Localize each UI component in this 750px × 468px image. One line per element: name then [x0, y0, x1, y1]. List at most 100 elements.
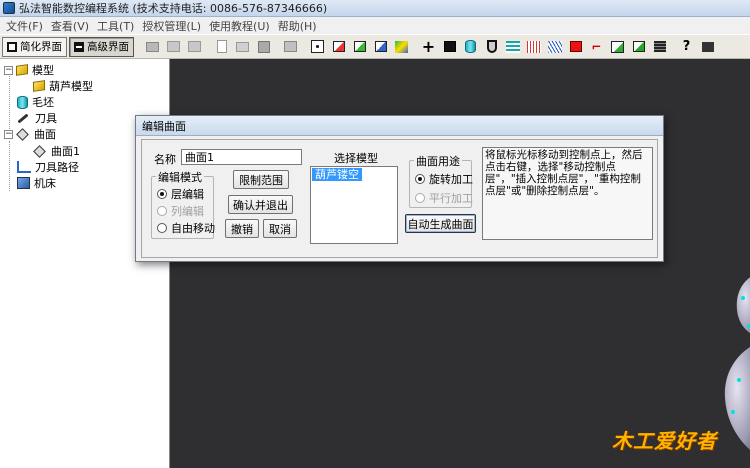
machine-icon	[17, 177, 30, 189]
help-text-box: 将鼠标光标移动到控制点上，然后点击右键，选择"移动控制点层"，"插入控制点层"，…	[482, 147, 653, 240]
model-cube-icon	[33, 80, 45, 92]
axes-icon[interactable]: ⌐	[587, 37, 606, 56]
simple-mode-label: 简化界面	[20, 41, 62, 53]
radio-checked-icon	[415, 174, 425, 184]
blank-cylinder-icon	[17, 95, 28, 109]
tree-label-surface: 曲面	[34, 128, 56, 141]
usage-group: 曲面用途 旋转加工 平行加工	[409, 153, 473, 208]
wire-box-icon[interactable]	[629, 37, 648, 56]
fit-view-icon[interactable]	[308, 37, 327, 56]
mode-free-radio[interactable]: 自由移动	[157, 220, 215, 236]
select-model-label: 选择模型	[334, 152, 378, 165]
tree-item-surface-child[interactable]: 曲面1	[33, 143, 80, 159]
usage-rotate-label: 旋转加工	[429, 173, 473, 186]
menu-bar: 文件(F) 查看(V) 工具(T) 授权管理(L) 使用教程(U) 帮助(H)	[0, 17, 750, 34]
open-file-icon[interactable]	[233, 37, 252, 56]
tree-label-toolpath: 刀具路径	[35, 161, 79, 174]
model-cube-icon	[16, 64, 28, 76]
toolpath-icon	[17, 161, 31, 173]
window-title-bar: 弘法智能数控编程系统 (技术支持电话: 0086-576-87346666)	[0, 0, 750, 17]
tree-item-model[interactable]: − 模型	[4, 62, 54, 78]
surface-diamond-icon	[33, 144, 47, 158]
menu-view[interactable]: 查看(V)	[49, 18, 95, 34]
tree-label-surface-child: 曲面1	[51, 145, 80, 158]
tree-label-model: 模型	[32, 64, 54, 77]
mode-free-label: 自由移动	[171, 222, 215, 235]
export-icon[interactable]	[185, 37, 204, 56]
surface-name-input[interactable]	[181, 149, 302, 165]
model-list-item[interactable]: 葫芦镂空	[312, 168, 362, 181]
main-toolbar: 简化界面 高级界面 + ⌐ ?	[0, 34, 750, 59]
undo-button[interactable]: 撤销	[225, 219, 259, 238]
mode-column-radio: 列编辑	[157, 203, 204, 219]
surface-diamond-icon	[16, 127, 30, 141]
crosshair-icon[interactable]: +	[419, 37, 438, 56]
radio-checked-icon	[157, 189, 167, 199]
dark-cube-icon[interactable]	[650, 37, 669, 56]
tool-knife-icon	[17, 112, 31, 125]
menu-tutorial[interactable]: 使用教程(U)	[207, 18, 276, 34]
menu-help[interactable]: 帮助(H)	[276, 18, 323, 34]
tree-item-surface[interactable]: − 曲面	[4, 126, 56, 142]
watermark-logo: 木工爱好者	[612, 429, 717, 453]
grid-view-icon[interactable]	[608, 37, 627, 56]
tree-item-tool[interactable]: 刀具	[17, 110, 57, 126]
edit-surface-dialog: 编辑曲面 名称 编辑模式 层编辑 列编辑 自由移动 限制范围 确认并退出 撤销 …	[135, 115, 664, 262]
name-label: 名称	[154, 153, 176, 166]
tree-item-model-child[interactable]: 葫芦模型	[33, 78, 93, 94]
menu-tools[interactable]: 工具(T)	[95, 18, 140, 34]
new-file-icon[interactable]	[212, 37, 231, 56]
cancel-button[interactable]: 取消	[263, 219, 297, 238]
simple-mode-icon	[7, 41, 17, 52]
usage-parallel-label: 平行加工	[429, 192, 473, 205]
tree-item-toolpath[interactable]: 刀具路径	[17, 159, 79, 175]
exit-icon[interactable]	[698, 37, 717, 56]
edit-mode-title: 编辑模式	[156, 169, 204, 185]
save-icon[interactable]	[254, 37, 273, 56]
green-cube-view-icon[interactable]	[350, 37, 369, 56]
axis-view-icon[interactable]	[392, 37, 411, 56]
advanced-mode-label: 高级界面	[87, 41, 129, 53]
tree-label-model-child: 葫芦模型	[49, 80, 93, 93]
layers-cyan-icon[interactable]	[503, 37, 522, 56]
solid-cube-icon[interactable]	[440, 37, 459, 56]
usage-rotate-radio[interactable]: 旋转加工	[415, 171, 473, 187]
advanced-mode-icon	[74, 41, 84, 52]
usage-parallel-radio: 平行加工	[415, 190, 473, 206]
mode-column-label: 列编辑	[171, 205, 204, 218]
collapse-icon[interactable]: −	[4, 65, 13, 75]
radio-disabled-icon	[157, 206, 167, 216]
cylinder-icon[interactable]	[461, 37, 480, 56]
simple-mode-button[interactable]: 简化界面	[2, 36, 67, 57]
tree-item-blank[interactable]: 毛坯	[17, 94, 54, 110]
usage-title: 曲面用途	[414, 153, 462, 169]
mode-layer-radio[interactable]: 层编辑	[157, 186, 204, 202]
model-listbox[interactable]: 葫芦镂空	[310, 166, 398, 244]
radio-unchecked-icon	[157, 223, 167, 233]
tree-item-machine[interactable]: 机床	[17, 175, 56, 191]
mesh-blue-icon[interactable]	[545, 37, 564, 56]
menu-file[interactable]: 文件(F)	[4, 18, 49, 34]
menu-license[interactable]: 授权管理(L)	[140, 18, 207, 34]
dialog-title-bar[interactable]: 编辑曲面	[136, 116, 663, 136]
window-title: 弘法智能数控编程系统 (技术支持电话: 0086-576-87346666)	[19, 2, 328, 15]
red-cube-view-icon[interactable]	[329, 37, 348, 56]
open-model-icon[interactable]	[143, 37, 162, 56]
print-icon[interactable]	[281, 37, 300, 56]
dialog-title: 编辑曲面	[142, 119, 186, 133]
blue-cube-view-icon[interactable]	[371, 37, 390, 56]
edit-mode-group: 编辑模式 层编辑 列编辑 自由移动	[151, 169, 215, 239]
confirm-exit-button[interactable]: 确认并退出	[228, 195, 293, 214]
tree-label-blank: 毛坯	[32, 96, 54, 109]
help-icon[interactable]: ?	[677, 37, 696, 56]
layers-red-icon[interactable]	[524, 37, 543, 56]
auto-generate-surface-button[interactable]: 自动生成曲面	[405, 214, 476, 233]
limit-range-button[interactable]: 限制范围	[233, 170, 289, 189]
shield-shape-icon[interactable]	[482, 37, 501, 56]
tree-label-machine: 机床	[34, 177, 56, 190]
advanced-mode-button[interactable]: 高级界面	[69, 36, 134, 57]
red-box-icon[interactable]	[566, 37, 585, 56]
collapse-icon[interactable]: −	[4, 129, 13, 139]
import-icon[interactable]	[164, 37, 183, 56]
mode-layer-label: 层编辑	[171, 188, 204, 201]
